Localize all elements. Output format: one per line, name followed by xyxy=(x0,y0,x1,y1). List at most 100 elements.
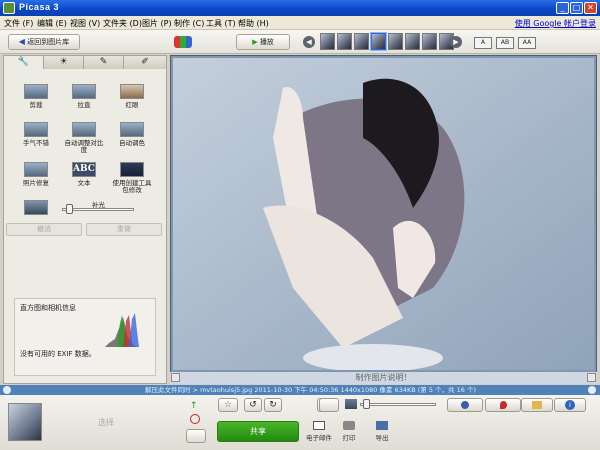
tab-basic-fixes[interactable]: 🔧 xyxy=(4,56,44,69)
menu-folder[interactable]: 文件夹 (D) xyxy=(103,18,142,29)
window-title: Picasa 3 xyxy=(19,2,60,12)
menu-file[interactable]: 文件 (F) xyxy=(4,18,33,29)
properties-button[interactable]: i xyxy=(554,398,586,412)
menu-picture[interactable]: 图片 (P) xyxy=(142,18,172,29)
text-size-small-button[interactable]: A xyxy=(474,37,492,49)
text-label: 文本 xyxy=(77,179,91,187)
crop-tool[interactable]: 剪裁 xyxy=(16,84,56,109)
zoom-slider-handle[interactable] xyxy=(363,399,370,409)
zoom-slider-track[interactable] xyxy=(360,403,436,406)
paint-icon: ✐ xyxy=(141,57,149,67)
fill-light-icon xyxy=(24,200,48,215)
print-action[interactable]: 打印 xyxy=(332,421,366,442)
email-action[interactable]: 电子邮件 xyxy=(302,421,336,442)
slideshow-play-button[interactable]: ▶ 播放 xyxy=(236,34,290,50)
menu-tools[interactable]: 工具 (T) xyxy=(206,18,236,29)
menu-edit[interactable]: 编辑 (E) xyxy=(37,18,67,29)
auto-contrast-tool[interactable]: 自动调整对比度 xyxy=(64,122,104,154)
status-text: 解压此文件同时 > mvtaohuisj5.jpg 2011-10-30 下午 … xyxy=(145,386,476,394)
straighten-tool[interactable]: 拉直 xyxy=(64,84,104,109)
fullscreen-icon[interactable] xyxy=(587,373,596,382)
picasa-app-icon xyxy=(3,2,15,14)
text-size-large-button[interactable]: AA xyxy=(518,37,536,49)
tray-hint-text: 选择 xyxy=(98,418,114,427)
color-wheel-icon[interactable] xyxy=(174,36,192,48)
geotag-button[interactable] xyxy=(485,398,521,412)
tab-effects[interactable]: ✎ xyxy=(84,56,124,69)
filmstrip-thumbnail-3[interactable] xyxy=(354,33,369,50)
auto-contrast-label: 自动调整对比度 xyxy=(64,139,104,154)
retouch-label: 照片修复 xyxy=(23,179,49,187)
lucky-label: 手气不错 xyxy=(23,139,49,147)
maximize-button[interactable]: □ xyxy=(570,2,583,14)
envelope-icon xyxy=(313,421,325,430)
info-icon[interactable] xyxy=(3,386,11,394)
filmstrip-thumbnail-2[interactable] xyxy=(337,33,352,50)
rotate-left-button[interactable]: ↺ xyxy=(244,398,262,412)
im-feeling-lucky-tool[interactable]: 手气不错 xyxy=(16,122,56,147)
histogram-panel: 直方图和相机信息 没有可用的 EXIF 数据。 xyxy=(14,298,156,376)
tray-thumbnail[interactable] xyxy=(8,403,42,441)
tab-tuning[interactable]: ☀ xyxy=(44,56,84,69)
filmstrip-thumbnail-5[interactable] xyxy=(388,33,403,50)
brush-icon: ✎ xyxy=(99,57,108,67)
fill-light-slider-track[interactable] xyxy=(62,208,134,211)
rotate-right-button[interactable]: ↻ xyxy=(264,398,282,412)
photo-caption-field[interactable]: 制作图片说明！ xyxy=(170,372,597,384)
google-signin-link[interactable]: 使用 Google 帐户登录 xyxy=(515,18,596,29)
previous-arrow-icon[interactable]: ◀ xyxy=(303,36,315,48)
export-action[interactable]: 导出 xyxy=(365,421,399,442)
next-arrow-icon[interactable]: ▶ xyxy=(450,36,462,48)
retouch-tool[interactable]: 照片修复 xyxy=(16,162,56,187)
title-bar: Picasa 3 _ □ ✕ xyxy=(0,0,600,16)
info-circle-icon: i xyxy=(565,400,575,410)
caption-toggle-icon[interactable] xyxy=(171,373,180,382)
filmstrip-thumbnail-7[interactable] xyxy=(422,33,437,50)
auto-color-tool[interactable]: 自动调色 xyxy=(112,122,152,147)
menu-view[interactable]: 视图 (V) xyxy=(70,18,100,29)
print-label: 打印 xyxy=(342,434,356,442)
text-abc-icon: ABC xyxy=(72,162,96,177)
star-icon: ☆ xyxy=(223,400,233,410)
star-button[interactable]: ☆ xyxy=(218,398,238,412)
play-label: 播放 xyxy=(259,38,274,46)
wrench-icon: 🔧 xyxy=(17,57,30,67)
undo-button[interactable]: 撤消 xyxy=(6,223,82,236)
clear-icon[interactable] xyxy=(190,414,200,424)
back-to-library-button[interactable]: ◀ 返回到图片库 xyxy=(8,34,80,50)
edit-panel: 🔧 ☀ ✎ ✐ 剪裁 拉直 红眼 手气不错 自动调整对比度 自动调色 照片修复 … xyxy=(3,55,167,384)
tab-more-effects[interactable]: ✐ xyxy=(124,56,166,69)
map-pin-icon xyxy=(499,401,507,409)
people-button[interactable] xyxy=(447,398,483,412)
minimize-button[interactable]: _ xyxy=(556,2,569,14)
close-button[interactable]: ✕ xyxy=(584,2,597,14)
fill-light-slider-handle[interactable] xyxy=(65,204,73,214)
text-tool[interactable]: ABC 文本 xyxy=(64,162,104,187)
main-photo xyxy=(173,58,594,370)
straighten-label: 拉直 xyxy=(77,101,91,109)
filmstrip-thumbnail-6[interactable] xyxy=(405,33,420,50)
expand-icon[interactable] xyxy=(588,386,596,394)
menu-help[interactable]: 帮助 (H) xyxy=(238,18,269,29)
rotate-right-icon: ↻ xyxy=(269,400,277,410)
filmstrip-thumbnail-1[interactable] xyxy=(320,33,335,50)
hold-icon[interactable]: ↑ xyxy=(190,401,200,411)
histogram-chart xyxy=(75,313,139,347)
menu-bar: 文件 (F) 编辑 (E) 视图 (V) 文件夹 (D) 图片 (P) 制作 (… xyxy=(0,16,600,30)
filmstrip-thumbnail-current[interactable] xyxy=(371,33,386,50)
creative-kit-label: 使用创建工具包修改 xyxy=(112,179,152,194)
view-grid-button[interactable] xyxy=(319,398,339,412)
add-to-album-button[interactable] xyxy=(186,429,206,443)
menu-create[interactable]: 制作 (C) xyxy=(174,18,204,29)
zoom-icon xyxy=(345,399,357,409)
photo-view[interactable] xyxy=(170,55,597,384)
redo-button[interactable]: 重做 xyxy=(86,223,162,236)
text-size-medium-button[interactable]: AB xyxy=(496,37,514,49)
export-icon xyxy=(376,421,388,430)
creative-kit-tool[interactable]: 使用创建工具包修改 xyxy=(112,162,152,194)
redeye-tool[interactable]: 红眼 xyxy=(112,84,152,109)
tag-icon xyxy=(532,401,542,409)
tags-button[interactable] xyxy=(521,398,553,412)
share-button[interactable]: 共享 xyxy=(217,421,299,442)
printer-icon xyxy=(343,421,355,430)
